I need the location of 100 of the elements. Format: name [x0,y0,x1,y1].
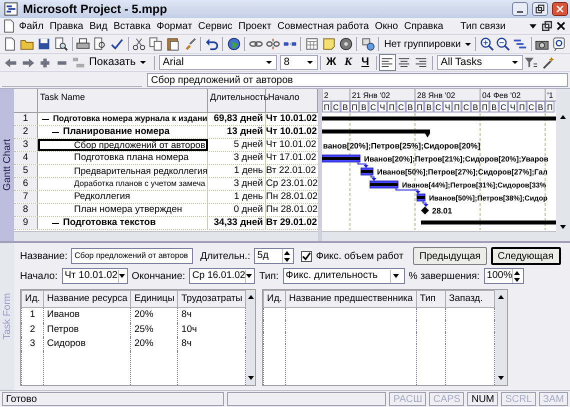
column-header[interactable]: Запазд. [446,290,494,308]
duration-cell: 3 дней [208,178,266,190]
start-cell: Чт 10.01.02 [266,126,318,138]
duration-cell: 34,33 дней [208,217,266,229]
table-cell: 2 [22,322,44,337]
table-cell: 1 [22,308,44,322]
row-number: 9 [14,217,38,229]
row-number: 1 [14,113,38,125]
column-header[interactable]: Единицы [130,290,178,308]
task-name-cell[interactable]: Доработка планов с учетом замеча [38,178,208,190]
table-cell: 20% [130,336,178,351]
filter-dropdown[interactable]: All Tasks [436,55,523,70]
menu-item[interactable]: Формат [154,18,196,34]
day-label: В [342,103,348,112]
menu-item[interactable]: Совместная работа [274,18,372,34]
grouping-dropdown[interactable]: Нет группировки [381,36,474,52]
start-cell-text: Вт 22.01.02 [266,165,317,177]
menu-item[interactable]: Файл [16,18,47,34]
duration-cell: 0 дней [208,204,266,216]
timescale-label: 04 Фев '02 [482,91,521,100]
menu-item[interactable]: Окно [372,18,402,34]
task-type-dropdown[interactable]: Фикс. длительность [282,268,405,284]
show-button[interactable]: Показать [87,54,152,71]
column-header[interactable]: Название предшественника [286,290,416,308]
status-indicator: РАСШ [389,392,426,406]
row-number: 6 [14,178,38,190]
duration-cell: 5 дней [208,139,266,151]
day-label: С [500,103,506,112]
field-label: Название: [20,250,68,264]
row-number: 7 [14,191,38,203]
window-title: Microsoft Project - 5.mpp [23,1,168,18]
font-dropdown[interactable]: Arial [158,55,277,70]
timescale-label: 28 Янв '02 [417,91,456,100]
day-label: С [435,103,442,112]
column-header[interactable]: Task Name [38,89,208,112]
column-header[interactable]: Ид. [22,290,44,308]
task-name[interactable]: Планирование номера [63,126,170,138]
finish-date-dropdown[interactable]: Ср 16.01.02 [189,268,256,284]
day-label: С [398,103,404,112]
field-label: % завершения: [408,270,480,284]
day-label: П [482,103,488,112]
menu-item[interactable]: Вставка [110,18,154,34]
task-name-cell[interactable]: Предварительная редколлегия [38,165,208,177]
underline-button[interactable]: Ч [356,54,374,71]
column-header[interactable]: Длительность [208,89,266,112]
start-cell: Вт 29.01.02 [266,217,318,229]
day-label: П [388,103,395,112]
duration-field[interactable]: 5д [254,248,294,264]
task-name-field[interactable]: Сбор предложений от авторов [71,248,194,264]
percent-complete-field[interactable]: 100% [484,268,524,284]
day-label: В [361,103,367,112]
day-label: В [408,103,414,112]
checkbox-label[interactable]: Фикс. объем работ [316,248,404,264]
bar-label: 28.01 [432,206,452,216]
entry-field[interactable]: Сбор предложений от авторов [147,73,568,87]
link-type-hint: Тип связи [459,20,507,34]
day-label: В [426,103,432,112]
form-button[interactable]: Следующая [490,247,561,265]
bold-button[interactable]: Ж [322,54,340,71]
menu-item[interactable]: Сервис [195,18,236,34]
task-name-cell[interactable]: План номера утвержден [38,204,208,216]
duration-cell: 3 дней [208,152,266,164]
day-label: П [519,103,525,112]
menu-item[interactable]: Вид [86,18,110,34]
row-number: 8 [14,204,38,216]
task-name[interactable]: Подготовка текстов [63,217,156,229]
day-label: П [546,103,553,112]
status-indicator: CAPS [429,392,464,406]
column-header[interactable]: Название ресурса [44,290,131,308]
start-cell: Чт 10.01.02 [266,113,318,125]
table-cell: 3 [22,336,44,351]
menu-item[interactable]: Проект [235,18,274,34]
field-label: Тип: [259,270,279,284]
field-label: Окончание: [132,270,186,284]
menu-item[interactable]: Правка [46,18,86,34]
menu-item[interactable]: Справка [401,18,446,34]
start-cell-text: Чт 10.01.02 [266,139,318,151]
task-name[interactable]: Подготовка номера журнала к издани [53,113,207,125]
column-header[interactable]: Трудозатраты [178,290,246,308]
status-text: Готово [2,392,224,406]
duration-cell: 69,83 дней [208,113,266,125]
day-label: С [528,103,534,112]
start-cell: Пн 28.01.02 [266,191,318,203]
field-label: Начало: [20,270,58,284]
start-date-dropdown[interactable]: Чт 10.01.02 [62,268,128,284]
day-label: В [491,103,497,112]
task-name-cell[interactable]: Сбор предложений от авторов [38,139,208,151]
italic-button[interactable]: К [340,54,357,71]
table-cell: 25% [130,322,178,337]
column-header[interactable]: Тип [416,290,446,308]
timescale-label: 2 [324,91,328,100]
task-name-cell[interactable]: Подготовка плана номера [38,152,208,164]
form-button[interactable]: Предыдущая [413,247,487,265]
day-label: П [324,103,330,112]
duration-cell: 13 дней [208,126,266,138]
font-size-dropdown[interactable]: 8 [280,55,318,70]
timescale-label: 21 Янв '02 [352,91,390,100]
task-name-cell[interactable]: Редколлегия [38,191,208,203]
start-cell: Пн 28.01.02 [266,204,318,216]
column-header[interactable]: Ид. [264,290,286,308]
